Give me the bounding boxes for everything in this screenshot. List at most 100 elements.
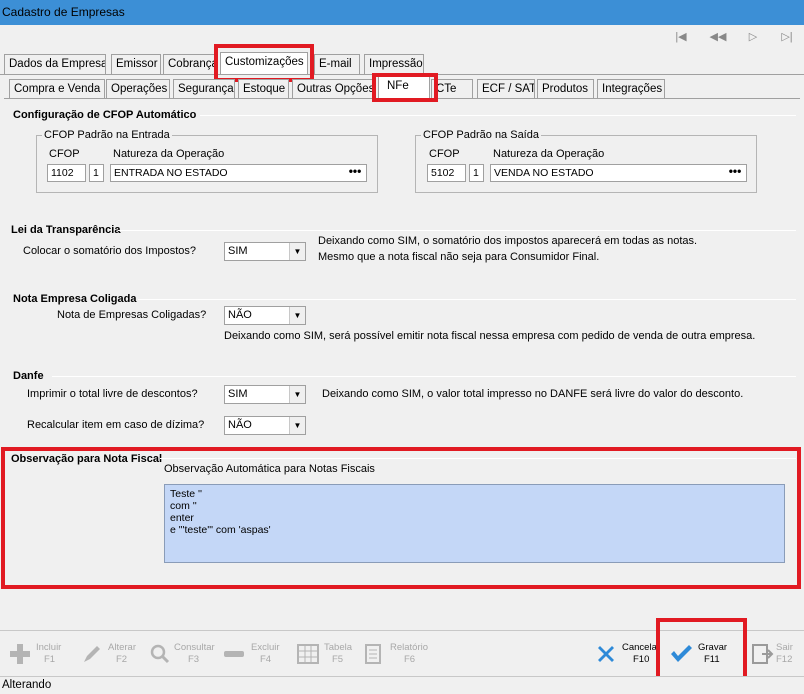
highlight-nfe (372, 73, 438, 102)
transparencia-select-value: SIM (228, 245, 248, 257)
tab-operacoes[interactable]: Operações (106, 79, 170, 99)
alterar-key: F2 (116, 654, 128, 665)
tab-compra-e-venda[interactable]: Compra e Venda (9, 79, 105, 99)
excluir-label: Excluir (251, 642, 280, 653)
status-bar: Alterando (0, 676, 804, 694)
cfop-entrada-code-field[interactable]: 1102 (47, 164, 86, 182)
magnifier-icon (150, 644, 170, 664)
cancelar-key: F10 (633, 654, 650, 665)
transparencia-note-1: Deixando como SIM, o somatório dos impos… (318, 235, 698, 247)
last-record-icon[interactable]: ▷| (780, 31, 794, 43)
ellipsis-icon[interactable]: ••• (345, 165, 365, 181)
cfop-saida-title: CFOP Padrão na Saída (421, 129, 541, 141)
consultar-key: F3 (188, 654, 200, 665)
next-record-icon[interactable]: ▷ (746, 31, 760, 43)
relatorio-label: Relatório (390, 642, 429, 653)
ellipsis-icon[interactable]: ••• (725, 165, 745, 181)
cfop-entrada-natureza-field[interactable]: ENTRADA NO ESTADO ••• (110, 164, 367, 182)
cfop-entrada-title: CFOP Padrão na Entrada (42, 129, 172, 141)
window-title: Cadastro de Empresas (2, 5, 125, 19)
tabela-label: Tabela (324, 642, 352, 653)
excluir-key: F4 (260, 654, 272, 665)
cancel-x-icon (598, 646, 614, 662)
observacao-label: Observação Automática para Notas Fiscais (164, 463, 375, 475)
consultar-label: Consultar (174, 642, 215, 653)
exit-icon (752, 644, 774, 664)
tab-seguranca[interactable]: Segurança (173, 79, 235, 99)
observacao-line: com '' (170, 500, 197, 512)
observacao-section-line (160, 458, 796, 459)
prev-record-icon[interactable]: ◀◀ (708, 31, 728, 43)
coligada-select-value: NÃO (228, 309, 252, 321)
coligada-note: Deixando como SIM, será possível emitir … (224, 330, 756, 342)
observacao-line: enter (170, 512, 194, 524)
sair-key: F12 (776, 654, 793, 665)
observacao-section-title: Observação para Nota Fiscal (11, 453, 163, 465)
tab-dados-da-empresa[interactable]: Dados da Empresa (4, 54, 106, 74)
tab-email[interactable]: E-mail (314, 54, 360, 74)
tab-emissor[interactable]: Emissor (111, 54, 161, 74)
transparencia-note-2: Mesmo que a nota fiscal não seja para Co… (318, 251, 600, 263)
status-text: Alterando (2, 679, 52, 691)
tab-impressao[interactable]: Impressão (364, 54, 424, 74)
cfop-entrada-seq-field[interactable]: 1 (89, 164, 104, 182)
danfe-label-1: Imprimir o total livre de descontos? (27, 388, 198, 400)
incluir-label: Incluir (36, 642, 62, 653)
cfop-saida-col-cfop: CFOP (429, 148, 460, 160)
coligada-label: Nota de Empresas Coligadas? (57, 309, 207, 321)
transparencia-select[interactable]: SIM ▼ (224, 242, 306, 261)
danfe-total-select-value: SIM (228, 388, 248, 400)
incluir-key: F1 (44, 654, 56, 665)
cfop-saida-seq-field[interactable]: 1 (469, 164, 484, 182)
observacao-line: Teste '' (170, 488, 203, 500)
danfe-section-title: Danfe (13, 370, 44, 382)
danfe-dizima-select-value: NÃO (228, 419, 252, 431)
cfop-saida-code-field[interactable]: 5102 (427, 164, 466, 182)
tab-integracoes[interactable]: Integrações (597, 79, 665, 99)
danfe-section-line (52, 376, 796, 377)
minus-icon (224, 651, 244, 657)
cfop-saida-col-natureza: Natureza da Operação (493, 148, 605, 160)
tab-outras-opcoes[interactable]: Outras Opções (292, 79, 376, 99)
transparencia-label: Colocar o somatório dos Impostos? (23, 245, 197, 257)
danfe-label-2: Recalcular item em caso de dízima? (27, 419, 205, 431)
chevron-down-icon[interactable]: ▼ (289, 417, 305, 434)
chevron-down-icon[interactable]: ▼ (289, 386, 305, 403)
tabela-key: F5 (332, 654, 344, 665)
report-icon (365, 644, 381, 664)
cfop-entrada-col-cfop: CFOP (49, 148, 80, 160)
coligada-select[interactable]: NÃO ▼ (224, 306, 306, 325)
coligada-section-line (138, 299, 796, 300)
tab-produtos[interactable]: Produtos (537, 79, 594, 99)
transparencia-section-line (118, 230, 796, 231)
chevron-down-icon[interactable]: ▼ (289, 243, 305, 260)
cfop-entrada-col-natureza: Natureza da Operação (113, 148, 225, 160)
record-navigation-bar: |◀ ◀◀ ▷ ▷| (0, 25, 804, 49)
danfe-total-select[interactable]: SIM ▼ (224, 385, 306, 404)
first-record-icon[interactable]: |◀ (674, 31, 688, 43)
cfop-entrada-natureza-value: ENTRADA NO ESTADO (114, 167, 228, 179)
plus-icon (10, 644, 30, 664)
danfe-dizima-select[interactable]: NÃO ▼ (224, 416, 306, 435)
transparencia-section-title: Lei da Transparência (11, 224, 121, 236)
danfe-note-1: Deixando como SIM, o valor total impress… (322, 388, 744, 400)
table-icon (297, 644, 319, 664)
pencil-icon (84, 646, 100, 662)
relatorio-key: F6 (404, 654, 416, 665)
highlight-customizacoes (214, 44, 314, 82)
alterar-label: Alterar (108, 642, 136, 653)
window-titlebar: Cadastro de Empresas (0, 0, 804, 25)
cfop-saida-natureza-value: VENDA NO ESTADO (494, 167, 594, 179)
sair-label: Sair (776, 642, 793, 653)
chevron-down-icon[interactable]: ▼ (289, 307, 305, 324)
observacao-textarea[interactable]: Teste '' com '' enter e "'teste'" com 'a… (164, 484, 785, 563)
cancelar-label: Cancela (622, 642, 657, 653)
tab-ecf-sat[interactable]: ECF / SAT (477, 79, 535, 99)
tab-estoque[interactable]: Estoque (238, 79, 289, 99)
cfop-section-line (200, 115, 796, 116)
tab-cobranca[interactable]: Cobrança (163, 54, 215, 74)
highlight-gravar (656, 618, 747, 684)
coligada-section-title: Nota Empresa Coligada (13, 293, 137, 305)
cfop-section-title: Configuração de CFOP Automático (13, 109, 197, 121)
cfop-saida-natureza-field[interactable]: VENDA NO ESTADO ••• (490, 164, 747, 182)
